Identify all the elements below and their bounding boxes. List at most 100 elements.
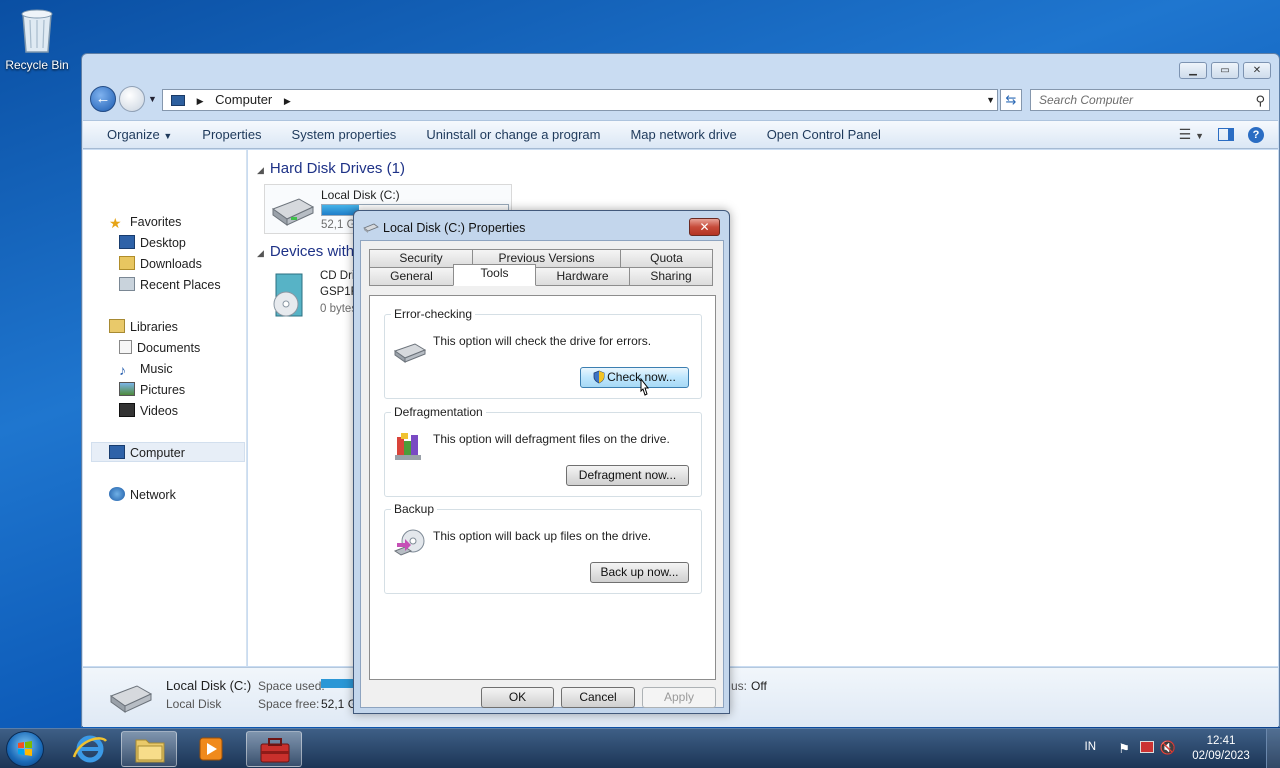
nav-videos[interactable]: Videos: [119, 401, 178, 421]
breadcrumb-chevron-icon[interactable]: ▶: [197, 96, 204, 106]
defragmentation-legend: Defragmentation: [391, 405, 486, 419]
group-header-hard-disk-drives[interactable]: ◢ Hard Disk Drives (1): [257, 160, 405, 177]
nav-computer[interactable]: Computer: [91, 442, 245, 462]
apply-button[interactable]: Apply: [642, 687, 716, 708]
nav-favorites-label: Favorites: [130, 215, 182, 229]
nav-recent-places-label: Recent Places: [140, 278, 221, 292]
map-network-drive-button[interactable]: Map network drive: [630, 127, 736, 142]
nav-desktop-label: Desktop: [140, 236, 186, 250]
search-input[interactable]: Search Computer ⚲: [1030, 89, 1270, 111]
backup-text: This option will back up files on the dr…: [433, 529, 652, 543]
media-player-icon: [199, 737, 223, 761]
refresh-button[interactable]: ⇆: [1000, 89, 1022, 111]
nav-desktop[interactable]: Desktop: [119, 233, 186, 253]
properties-button[interactable]: Properties: [202, 127, 261, 142]
hard-drive-icon: [271, 198, 315, 226]
internet-explorer-icon: [72, 735, 108, 763]
group-devices-label: Devices with: [269, 243, 355, 260]
dialog-close-button[interactable]: ✕: [689, 218, 720, 236]
clock[interactable]: 12:41 02/09/2023: [1186, 734, 1256, 764]
organize-label: Organize: [107, 127, 160, 142]
nav-downloads-label: Downloads: [140, 257, 202, 271]
nav-recent-places[interactable]: Recent Places: [119, 275, 221, 295]
music-icon: ♪: [119, 362, 126, 378]
show-desktop-button[interactable]: [1266, 729, 1280, 768]
documents-icon: [119, 340, 132, 354]
nav-libraries-label: Libraries: [130, 320, 178, 334]
nav-network-label: Network: [130, 488, 176, 502]
tab-hardware[interactable]: Hardware: [535, 267, 630, 286]
view-options-icon[interactable]: ☰ ▼: [1179, 126, 1204, 143]
ok-button[interactable]: OK: [481, 687, 554, 708]
nav-libraries[interactable]: Libraries: [109, 317, 178, 337]
back-button[interactable]: ←: [90, 86, 116, 112]
pictures-icon: [119, 382, 135, 396]
desktop-icon: [119, 235, 135, 249]
action-center-flag-icon[interactable]: ⚑: [1118, 741, 1130, 757]
check-now-button[interactable]: Check now...: [580, 367, 689, 388]
details-type: Local Disk: [166, 697, 222, 711]
breadcrumb-chevron-icon[interactable]: ▶: [284, 96, 291, 106]
volume-muted-icon[interactable]: 🔇: [1160, 740, 1176, 756]
nav-music[interactable]: ♪ Music: [119, 359, 173, 379]
open-control-panel-button[interactable]: Open Control Panel: [767, 127, 881, 142]
space-used-label: Space used:: [258, 679, 325, 693]
taskbar-toolbox-app[interactable]: [246, 731, 302, 767]
language-indicator[interactable]: IN: [1085, 741, 1097, 753]
nav-favorites[interactable]: ★ Favorites: [109, 212, 181, 232]
back-up-now-button[interactable]: Back up now...: [590, 562, 689, 583]
start-button[interactable]: [6, 731, 44, 767]
minimize-button[interactable]: ▁: [1179, 62, 1207, 79]
libraries-icon: [109, 319, 125, 333]
help-icon[interactable]: ?: [1248, 126, 1264, 143]
network-icon: [109, 487, 125, 501]
dialog-title: Local Disk (C:) Properties: [383, 221, 526, 235]
maximize-button[interactable]: ▭: [1211, 62, 1239, 79]
group-header-devices[interactable]: ◢ Devices with: [257, 243, 354, 260]
taskbar-internet-explorer[interactable]: [62, 731, 118, 767]
chevron-down-icon: ▼: [163, 131, 173, 141]
network-icon[interactable]: [1140, 741, 1154, 753]
recent-pages-dropdown[interactable]: ▼: [148, 94, 157, 104]
close-window-button[interactable]: ✕: [1243, 62, 1271, 79]
taskbar-media-player[interactable]: [183, 731, 239, 767]
computer-icon: [109, 445, 125, 459]
nav-downloads[interactable]: Downloads: [119, 254, 202, 274]
defragmentation-text: This option will defragment files on the…: [433, 432, 670, 446]
star-icon: ★: [109, 215, 122, 231]
system-properties-button[interactable]: System properties: [292, 127, 397, 142]
tab-general[interactable]: General: [369, 267, 454, 286]
uninstall-program-button[interactable]: Uninstall or change a program: [426, 127, 600, 142]
recycle-bin-desktop-icon[interactable]: Recycle Bin: [4, 6, 70, 72]
nav-documents[interactable]: Documents: [119, 338, 200, 358]
address-bar[interactable]: ▶ Computer ▶ ▼: [162, 89, 998, 111]
tab-sharing[interactable]: Sharing: [629, 267, 713, 286]
details-name: Local Disk (C:): [166, 678, 252, 693]
windows-logo-icon: [18, 741, 32, 756]
cancel-button[interactable]: Cancel: [561, 687, 635, 708]
tab-tools[interactable]: Tools: [453, 264, 536, 286]
breadcrumb-computer[interactable]: Computer: [215, 92, 272, 107]
address-dropdown-icon[interactable]: ▼: [986, 90, 995, 110]
nav-pictures[interactable]: Pictures: [119, 380, 185, 400]
cd-drive-icon: [273, 273, 303, 317]
nav-music-label: Music: [140, 362, 173, 376]
organize-menu[interactable]: Organize ▼: [107, 127, 172, 142]
cd-drive-line3: 0 bytes: [320, 303, 358, 315]
videos-icon: [119, 403, 135, 417]
command-bar: Organize ▼ Properties System properties …: [83, 120, 1278, 149]
nav-network[interactable]: Network: [109, 485, 176, 505]
backup-icon: [393, 529, 425, 556]
forward-button[interactable]: [119, 86, 145, 112]
defragment-now-button[interactable]: Defragment now...: [566, 465, 689, 486]
taskbar-windows-explorer[interactable]: [121, 731, 177, 767]
collapse-icon: ◢: [257, 248, 264, 258]
defragment-icon: [395, 433, 421, 460]
backup-legend: Backup: [391, 502, 438, 516]
status-label: us:: [731, 679, 748, 693]
tab-quota[interactable]: Quota: [620, 249, 713, 268]
search-icon[interactable]: ⚲: [1255, 91, 1265, 111]
folder-icon: [135, 739, 165, 763]
preview-pane-icon[interactable]: [1218, 128, 1234, 141]
window-controls: ▁ ▭ ✕: [1179, 62, 1271, 79]
